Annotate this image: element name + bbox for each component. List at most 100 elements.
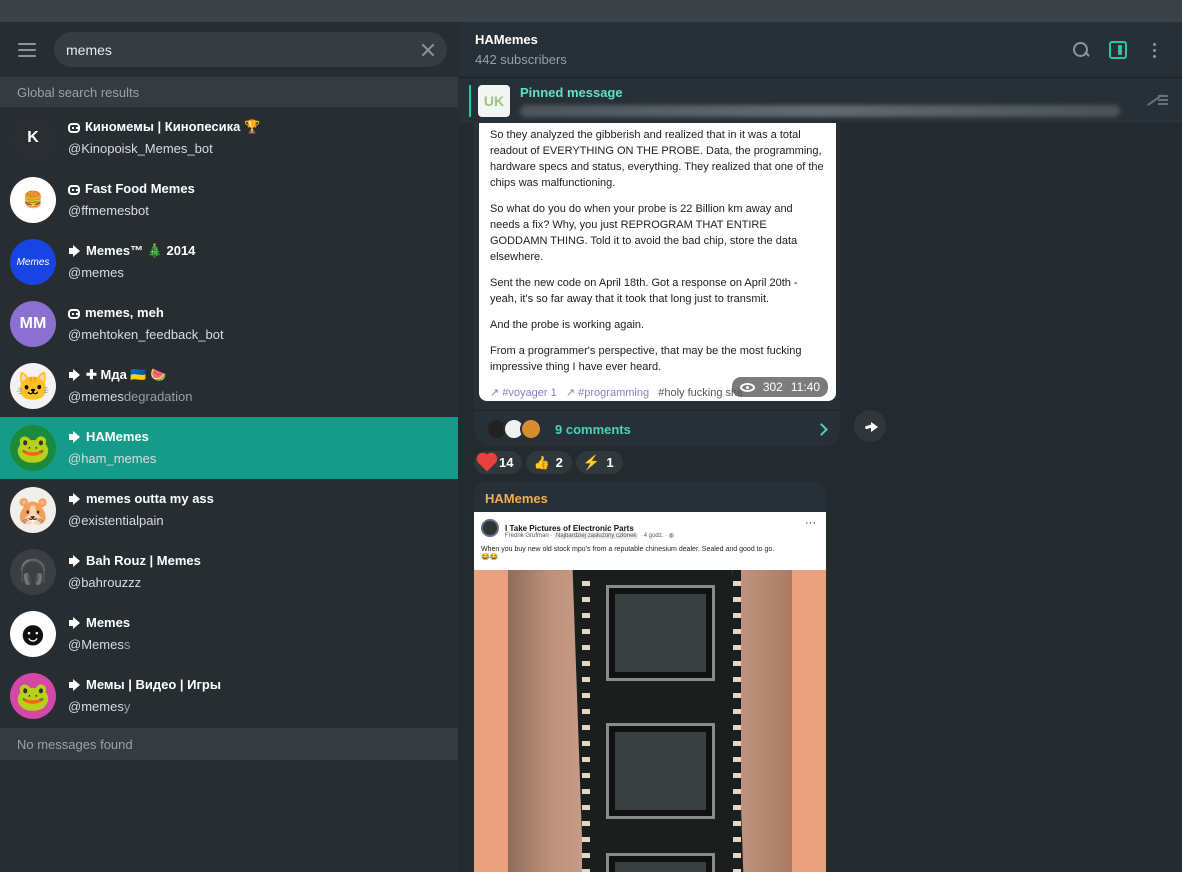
pinned-indicator	[469, 85, 471, 117]
search-result-mda[interactable]: 🐱 ✚ Мда 🇺🇦 🍉 @memesdegradation	[0, 355, 458, 417]
search-result-memes-outta-my-ass[interactable]: 🐹 memes outta my ass @existentialpain	[0, 479, 458, 541]
no-messages-found: No messages found	[0, 728, 458, 760]
chat-title[interactable]: HAMemes	[475, 32, 567, 47]
search-box[interactable]	[54, 32, 447, 67]
result-username: @bahrouzzz	[68, 575, 142, 590]
result-username: @memesdegradation	[68, 389, 193, 404]
comments-count: 9 comments	[555, 421, 631, 437]
search-result-fast-food-memes[interactable]: 🍔 Fast Food Memes @ffmemesbot	[0, 169, 458, 231]
result-info: Киномемы | Кинопесика 🏆 @Kinopoisk_Memes…	[68, 119, 260, 156]
result-info: Мемы | Видео | Игры @memesy	[68, 677, 221, 714]
chat-header: HAMemes 442 subscribers	[458, 22, 1182, 77]
result-username: @existentialpain	[68, 513, 164, 528]
bot-icon	[68, 185, 80, 196]
result-username: @ham_memes	[68, 451, 157, 466]
embedded-post-header: I Take Pictures of Electronic Parts Fred…	[474, 512, 826, 570]
share-icon	[864, 421, 878, 432]
result-username: @Memess	[68, 637, 131, 652]
post-paragraph: Sent the new code on April 18th. Got a r…	[490, 277, 798, 305]
post-author: HAMemes	[485, 491, 548, 506]
result-title: Memes	[86, 615, 131, 631]
search-result-kinomemes[interactable]: K Киномемы | Кинопесика 🏆 @Kinopoisk_Mem…	[0, 107, 458, 169]
channel-icon	[68, 369, 81, 382]
result-info: Memes™ 🎄 2014 @memes	[68, 243, 195, 280]
microchip	[606, 853, 715, 872]
result-username: @memesy	[68, 699, 131, 714]
channel-icon	[68, 245, 81, 258]
result-title: Мемы | Видео | Игры	[86, 677, 221, 693]
result-info: memes, meh @mehtoken_feedback_bot	[68, 305, 224, 342]
post-paragraph: So they analyzed the gibberish and reali…	[490, 129, 824, 189]
search-result-memes-meh[interactable]: MM memes, meh @mehtoken_feedback_bot	[0, 293, 458, 355]
result-username: @memes	[68, 265, 124, 280]
avatar: 🐸	[10, 673, 56, 719]
channel-icon	[68, 493, 81, 506]
result-title: memes, meh	[85, 305, 164, 321]
pinned-thumbnail: UK	[478, 84, 510, 117]
avatar: MM	[10, 301, 56, 347]
search-result-memes-2014[interactable]: Memes Memes™ 🎄 2014 @memes	[0, 231, 458, 293]
chip-photo[interactable]	[474, 570, 826, 872]
channel-post: So they analyzed the gibberish and reali…	[474, 123, 840, 447]
search-result-hamemes[interactable]: 🐸 HAMemes @ham_memes	[0, 417, 458, 479]
avatar	[520, 418, 542, 440]
subscriber-count: 442 subscribers	[475, 52, 567, 67]
share-button[interactable]	[854, 410, 886, 442]
avatar: ☻	[10, 611, 56, 657]
result-info: Bah Rouz | Memes @bahrouzzz	[68, 553, 201, 590]
result-info: HAMemes @ham_memes	[68, 429, 156, 466]
menu-icon[interactable]	[18, 42, 36, 57]
more-icon[interactable]	[1145, 40, 1165, 60]
microchip	[606, 723, 715, 819]
search-sidebar: Global search results K Киномемы | Киноп…	[0, 22, 458, 872]
result-title: ✚ Мда 🇺🇦 🍉	[86, 367, 167, 383]
result-info: ✚ Мда 🇺🇦 🍉 @memesdegradation	[68, 367, 193, 404]
avatar: 🐸	[10, 425, 56, 471]
bot-icon	[68, 123, 80, 134]
view-count: 302	[762, 380, 783, 394]
chevron-right-icon	[815, 422, 828, 436]
reaction-heart[interactable]: 14	[474, 451, 523, 474]
reaction-thumbs-up[interactable]: 👍 2	[526, 451, 572, 474]
unpin-icon[interactable]	[1144, 90, 1170, 112]
reactions: 14 👍 2 ⚡ 1	[474, 451, 623, 474]
search-result-memes[interactable]: ☻ Memes @Memess	[0, 603, 458, 665]
search-result-memy-video-igry[interactable]: 🐸 Мемы | Видео | Игры @memesy	[0, 665, 458, 727]
reaction-lightning[interactable]: ⚡ 1	[575, 451, 623, 474]
channel-icon	[68, 431, 81, 444]
post-paragraph: And the probe is working again.	[490, 319, 645, 331]
avatar: 🐹	[10, 487, 56, 533]
result-username: @ffmemesbot	[68, 203, 149, 218]
search-header	[0, 22, 458, 77]
chat-panel: HAMemes 442 subscribers UK Pinned messag…	[458, 22, 1182, 872]
comments-button[interactable]: 9 comments	[474, 410, 840, 447]
pinned-title: Pinned message	[520, 84, 623, 100]
result-title: HAMemes	[86, 429, 149, 445]
result-username: @Kinopoisk_Memes_bot	[68, 141, 213, 156]
blurred-pinned-preview	[520, 104, 1120, 117]
channel-icon	[68, 679, 81, 692]
close-icon[interactable]	[419, 41, 437, 59]
window-titlebar	[0, 0, 1182, 22]
post-byline: Fredrik Grufman · Najbardziej zasłużony …	[505, 533, 674, 539]
sidebar-toggle-icon[interactable]	[1109, 40, 1127, 59]
result-title: Memes™ 🎄 2014	[86, 243, 196, 259]
search-input[interactable]	[66, 41, 419, 58]
avatar: Memes	[10, 239, 56, 285]
pinned-text: Pinned message	[520, 85, 1144, 117]
result-title: memes outta my ass	[86, 491, 214, 507]
search-result-bah-rouz[interactable]: 🎧 Bah Rouz | Memes @bahrouzzz	[0, 541, 458, 603]
bot-icon	[68, 309, 80, 320]
avatar	[481, 519, 499, 537]
post-paragraph: So what do you do when your probe is 22 …	[490, 203, 798, 263]
search-icon[interactable]	[1071, 40, 1091, 60]
second-channel-post: HAMemes I Take Pictures of Electronic Pa…	[474, 481, 826, 872]
header-actions	[1071, 40, 1165, 60]
result-title: Киномемы | Кинопесика 🏆	[85, 119, 261, 135]
post-screenshot: So they analyzed the gibberish and reali…	[479, 123, 836, 401]
result-info: memes outta my ass @existentialpain	[68, 491, 214, 528]
result-title: Fast Food Memes	[85, 181, 195, 197]
global-search-heading: Global search results	[0, 77, 458, 107]
pinned-message-bar[interactable]: UK Pinned message	[458, 77, 1182, 123]
result-username: @mehtoken_feedback_bot	[68, 327, 224, 342]
